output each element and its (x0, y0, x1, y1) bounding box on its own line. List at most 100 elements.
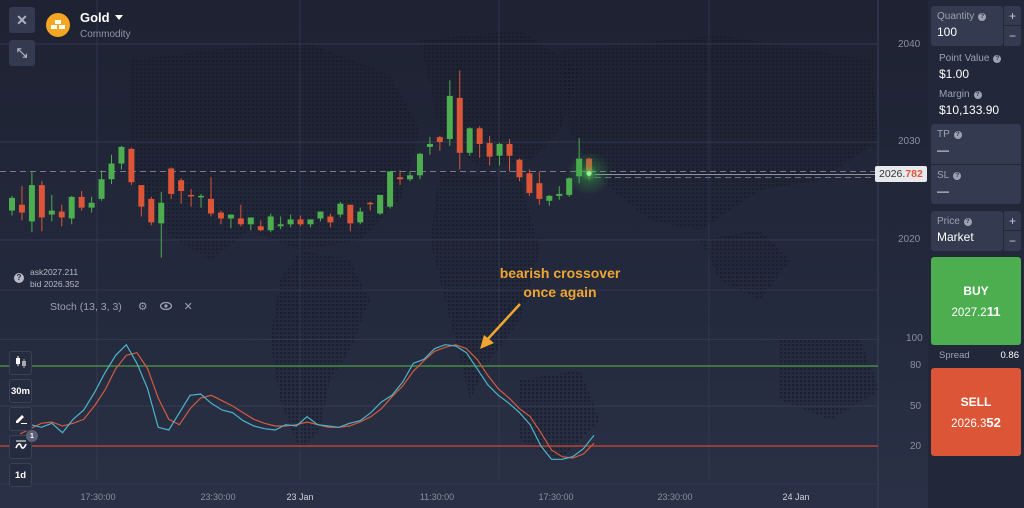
quantity-value[interactable]: 100 (937, 25, 997, 39)
buy-price-main: 2027.2 (951, 306, 987, 319)
help-icon[interactable]: ? (953, 130, 962, 139)
time-tick-label: 24 Jan (782, 492, 810, 502)
help-icon[interactable]: ? (973, 90, 982, 99)
help-icon[interactable]: ? (953, 171, 962, 180)
margin-label: Margin (939, 89, 970, 100)
sell-price-main: 2026.3 (951, 417, 987, 430)
candle (138, 185, 145, 217)
annotation-line-2: once again (523, 284, 597, 300)
price-label: Price (937, 216, 960, 227)
candle-body (148, 198, 155, 223)
bid-ask-info: ? ask2027.211 bid 2026.352 (14, 266, 79, 290)
indicator-header: Stoch (13, 3, 3) ⚙ ✕ (50, 300, 193, 314)
stop-loss-field[interactable]: SL? — (931, 165, 1021, 204)
candle-body (28, 185, 35, 222)
help-icon[interactable]: ? (993, 54, 1002, 63)
pencil-icon (15, 412, 27, 427)
help-icon[interactable]: ? (14, 273, 24, 283)
stoch-tick: 80 (910, 360, 922, 371)
time-tick-label: 17:30:00 (538, 492, 574, 502)
minus-icon: − (1008, 29, 1016, 43)
asset-selector[interactable]: Gold Commodity (46, 10, 131, 40)
sl-label: SL (937, 170, 950, 181)
help-icon[interactable]: ? (963, 217, 972, 226)
candle-body (277, 224, 284, 227)
candle-body (138, 185, 145, 207)
eye-icon[interactable] (159, 301, 172, 313)
candle (88, 196, 95, 213)
candle-body (506, 143, 513, 156)
buy-button[interactable]: BUY 2027.211 (931, 257, 1021, 345)
candle (9, 195, 15, 216)
candle (407, 171, 413, 182)
candle-body (516, 159, 523, 178)
close-indicator-icon[interactable]: ✕ (184, 300, 193, 313)
candle-body (217, 212, 224, 219)
candle (118, 145, 125, 170)
candle-body (198, 195, 205, 198)
ask-price: ask2027.211 (30, 267, 79, 277)
candle-body (118, 146, 125, 164)
current-price-tag: 2026.782 (875, 166, 927, 182)
candle-body (526, 173, 533, 193)
quantity-plus-button[interactable]: + (1004, 6, 1021, 25)
price-field[interactable]: Price? Market (931, 211, 1003, 251)
sl-value: — (937, 184, 949, 198)
candle-body (367, 202, 374, 205)
indicators-button[interactable]: 1 (9, 430, 38, 459)
tp-label: TP (937, 129, 950, 140)
candle-body (556, 193, 563, 196)
candle (387, 171, 394, 209)
minus-icon: − (1008, 234, 1016, 248)
candle-body (48, 210, 55, 215)
candle-body (257, 226, 264, 231)
point-value-label: Point Value (939, 53, 990, 64)
candle-body (158, 202, 165, 224)
timeframe-button[interactable]: 30m (9, 379, 32, 403)
candle (38, 181, 45, 232)
candle-body (168, 168, 175, 194)
draw-tool-button[interactable] (9, 407, 32, 431)
candle-body (237, 218, 244, 225)
candle (536, 171, 543, 205)
candle-body (307, 219, 314, 225)
candle-body (357, 211, 364, 223)
close-chart-button[interactable]: ✕ (9, 7, 35, 33)
take-profit-field[interactable]: TP? — (931, 124, 1021, 164)
chart-type-button[interactable] (9, 351, 32, 375)
candle-body (416, 153, 423, 176)
candle (78, 191, 85, 211)
candle-body (78, 196, 85, 208)
gear-icon[interactable]: ⚙ (138, 300, 148, 313)
help-icon[interactable]: ? (978, 12, 987, 21)
chevron-down-icon (114, 15, 123, 20)
time-tick-label: 11:30:00 (419, 492, 455, 502)
sell-button[interactable]: SELL 2026.352 (931, 368, 1021, 456)
point-value-info: Point Value? $1.00 (939, 53, 1002, 81)
timeframe-label: 30m (10, 385, 30, 397)
trading-app: ✕ ⤡ Gold Commodity ? ask2027.211 bid 202… (0, 0, 1024, 508)
candle-body (188, 194, 195, 197)
price-value: Market (937, 230, 974, 244)
buy-label: BUY (963, 283, 989, 298)
candle-body (208, 198, 214, 214)
gold-bars-icon (46, 13, 70, 37)
candle-body (546, 195, 553, 201)
candle-body (436, 137, 443, 142)
price-minus-button[interactable]: − (1004, 231, 1021, 251)
margin-info: Margin? $10,133.90 (939, 89, 999, 117)
world-map-background (130, 30, 880, 460)
period-button[interactable]: 1d (9, 463, 32, 487)
quantity-field[interactable]: Quantity? 100 (931, 6, 1003, 46)
price-plus-button[interactable]: + (1004, 211, 1021, 230)
candle-body (68, 196, 75, 219)
quantity-minus-button[interactable]: − (1004, 26, 1021, 46)
candle (416, 152, 423, 180)
candle (128, 147, 135, 186)
chart-canvas[interactable] (0, 0, 1024, 508)
collapse-button[interactable]: ⤡ (9, 40, 35, 66)
margin-value: $10,133.90 (939, 103, 1000, 117)
candle-body (9, 197, 15, 211)
period-label: 1d (14, 469, 27, 481)
candle-body (227, 214, 234, 219)
